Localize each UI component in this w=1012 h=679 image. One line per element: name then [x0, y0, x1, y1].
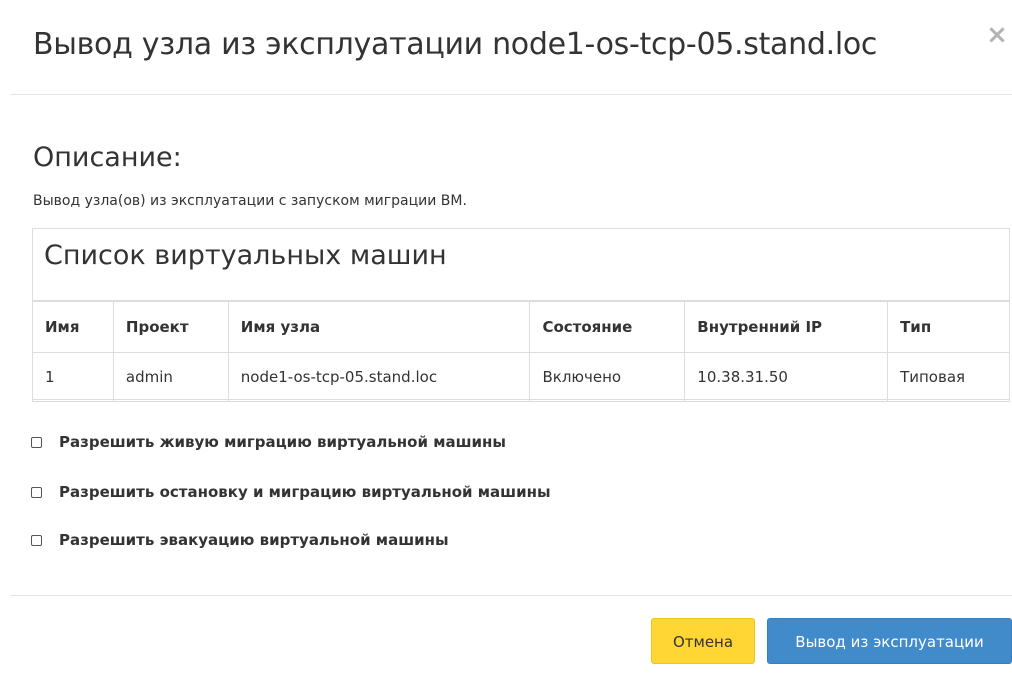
- cancel-button[interactable]: Отмена: [651, 618, 755, 664]
- live-migration-label: Разрешить живую миграцию виртуальной маш…: [59, 433, 506, 451]
- evacuation-option[interactable]: Разрешить эвакуацию виртуальной машины: [31, 531, 449, 549]
- cell-name: 1: [32, 352, 114, 402]
- stop-migration-option[interactable]: Разрешить остановку и миграцию виртуальн…: [31, 483, 551, 501]
- vm-table: Имя Проект Имя узла Состояние Внутренний…: [32, 300, 1010, 402]
- stop-migration-checkbox[interactable]: [31, 486, 42, 498]
- column-header-type: Тип: [887, 300, 1010, 353]
- column-header-state: Состояние: [529, 300, 686, 353]
- column-header-project: Проект: [112, 300, 229, 353]
- description-text: Вывод узла(ов) из эксплуатации с запуско…: [33, 193, 467, 209]
- evacuation-label: Разрешить эвакуацию виртуальной машины: [59, 531, 449, 549]
- cell-project: admin: [112, 352, 229, 402]
- column-header-name: Имя: [32, 300, 114, 353]
- modal-title: Вывод узла из эксплуатации node1-os-tcp-…: [33, 27, 878, 62]
- cell-internal-ip: 10.38.31.50: [684, 352, 889, 402]
- evacuation-checkbox[interactable]: [31, 534, 42, 546]
- table-row: 1 admin node1-os-tcp-05.stand.loc Включе…: [32, 352, 1010, 402]
- column-header-node-name: Имя узла: [227, 300, 531, 353]
- decommission-button[interactable]: Вывод из эксплуатации: [767, 618, 1012, 664]
- live-migration-option[interactable]: Разрешить живую миграцию виртуальной маш…: [31, 433, 506, 451]
- modal-header: Вывод узла из эксплуатации node1-os-tcp-…: [10, 0, 1012, 95]
- stop-migration-label: Разрешить остановку и миграцию виртуальн…: [59, 483, 551, 501]
- cell-node-name: node1-os-tcp-05.stand.loc: [227, 352, 531, 402]
- description-heading: Описание:: [33, 142, 182, 173]
- vm-list-title: Список виртуальных машин: [44, 240, 447, 271]
- close-icon[interactable]: ×: [982, 20, 1012, 50]
- cell-state: Включено: [529, 352, 686, 402]
- column-header-internal-ip: Внутренний IP: [684, 300, 889, 353]
- decommission-node-modal: Вывод узла из эксплуатации node1-os-tcp-…: [0, 0, 1012, 679]
- cell-type: Типовая: [887, 352, 1010, 402]
- footer-divider: [10, 595, 1012, 596]
- table-header-row: Имя Проект Имя узла Состояние Внутренний…: [32, 300, 1010, 353]
- live-migration-checkbox[interactable]: [31, 436, 42, 448]
- vm-list-panel: Список виртуальных машин Имя Проект Имя …: [32, 228, 1010, 402]
